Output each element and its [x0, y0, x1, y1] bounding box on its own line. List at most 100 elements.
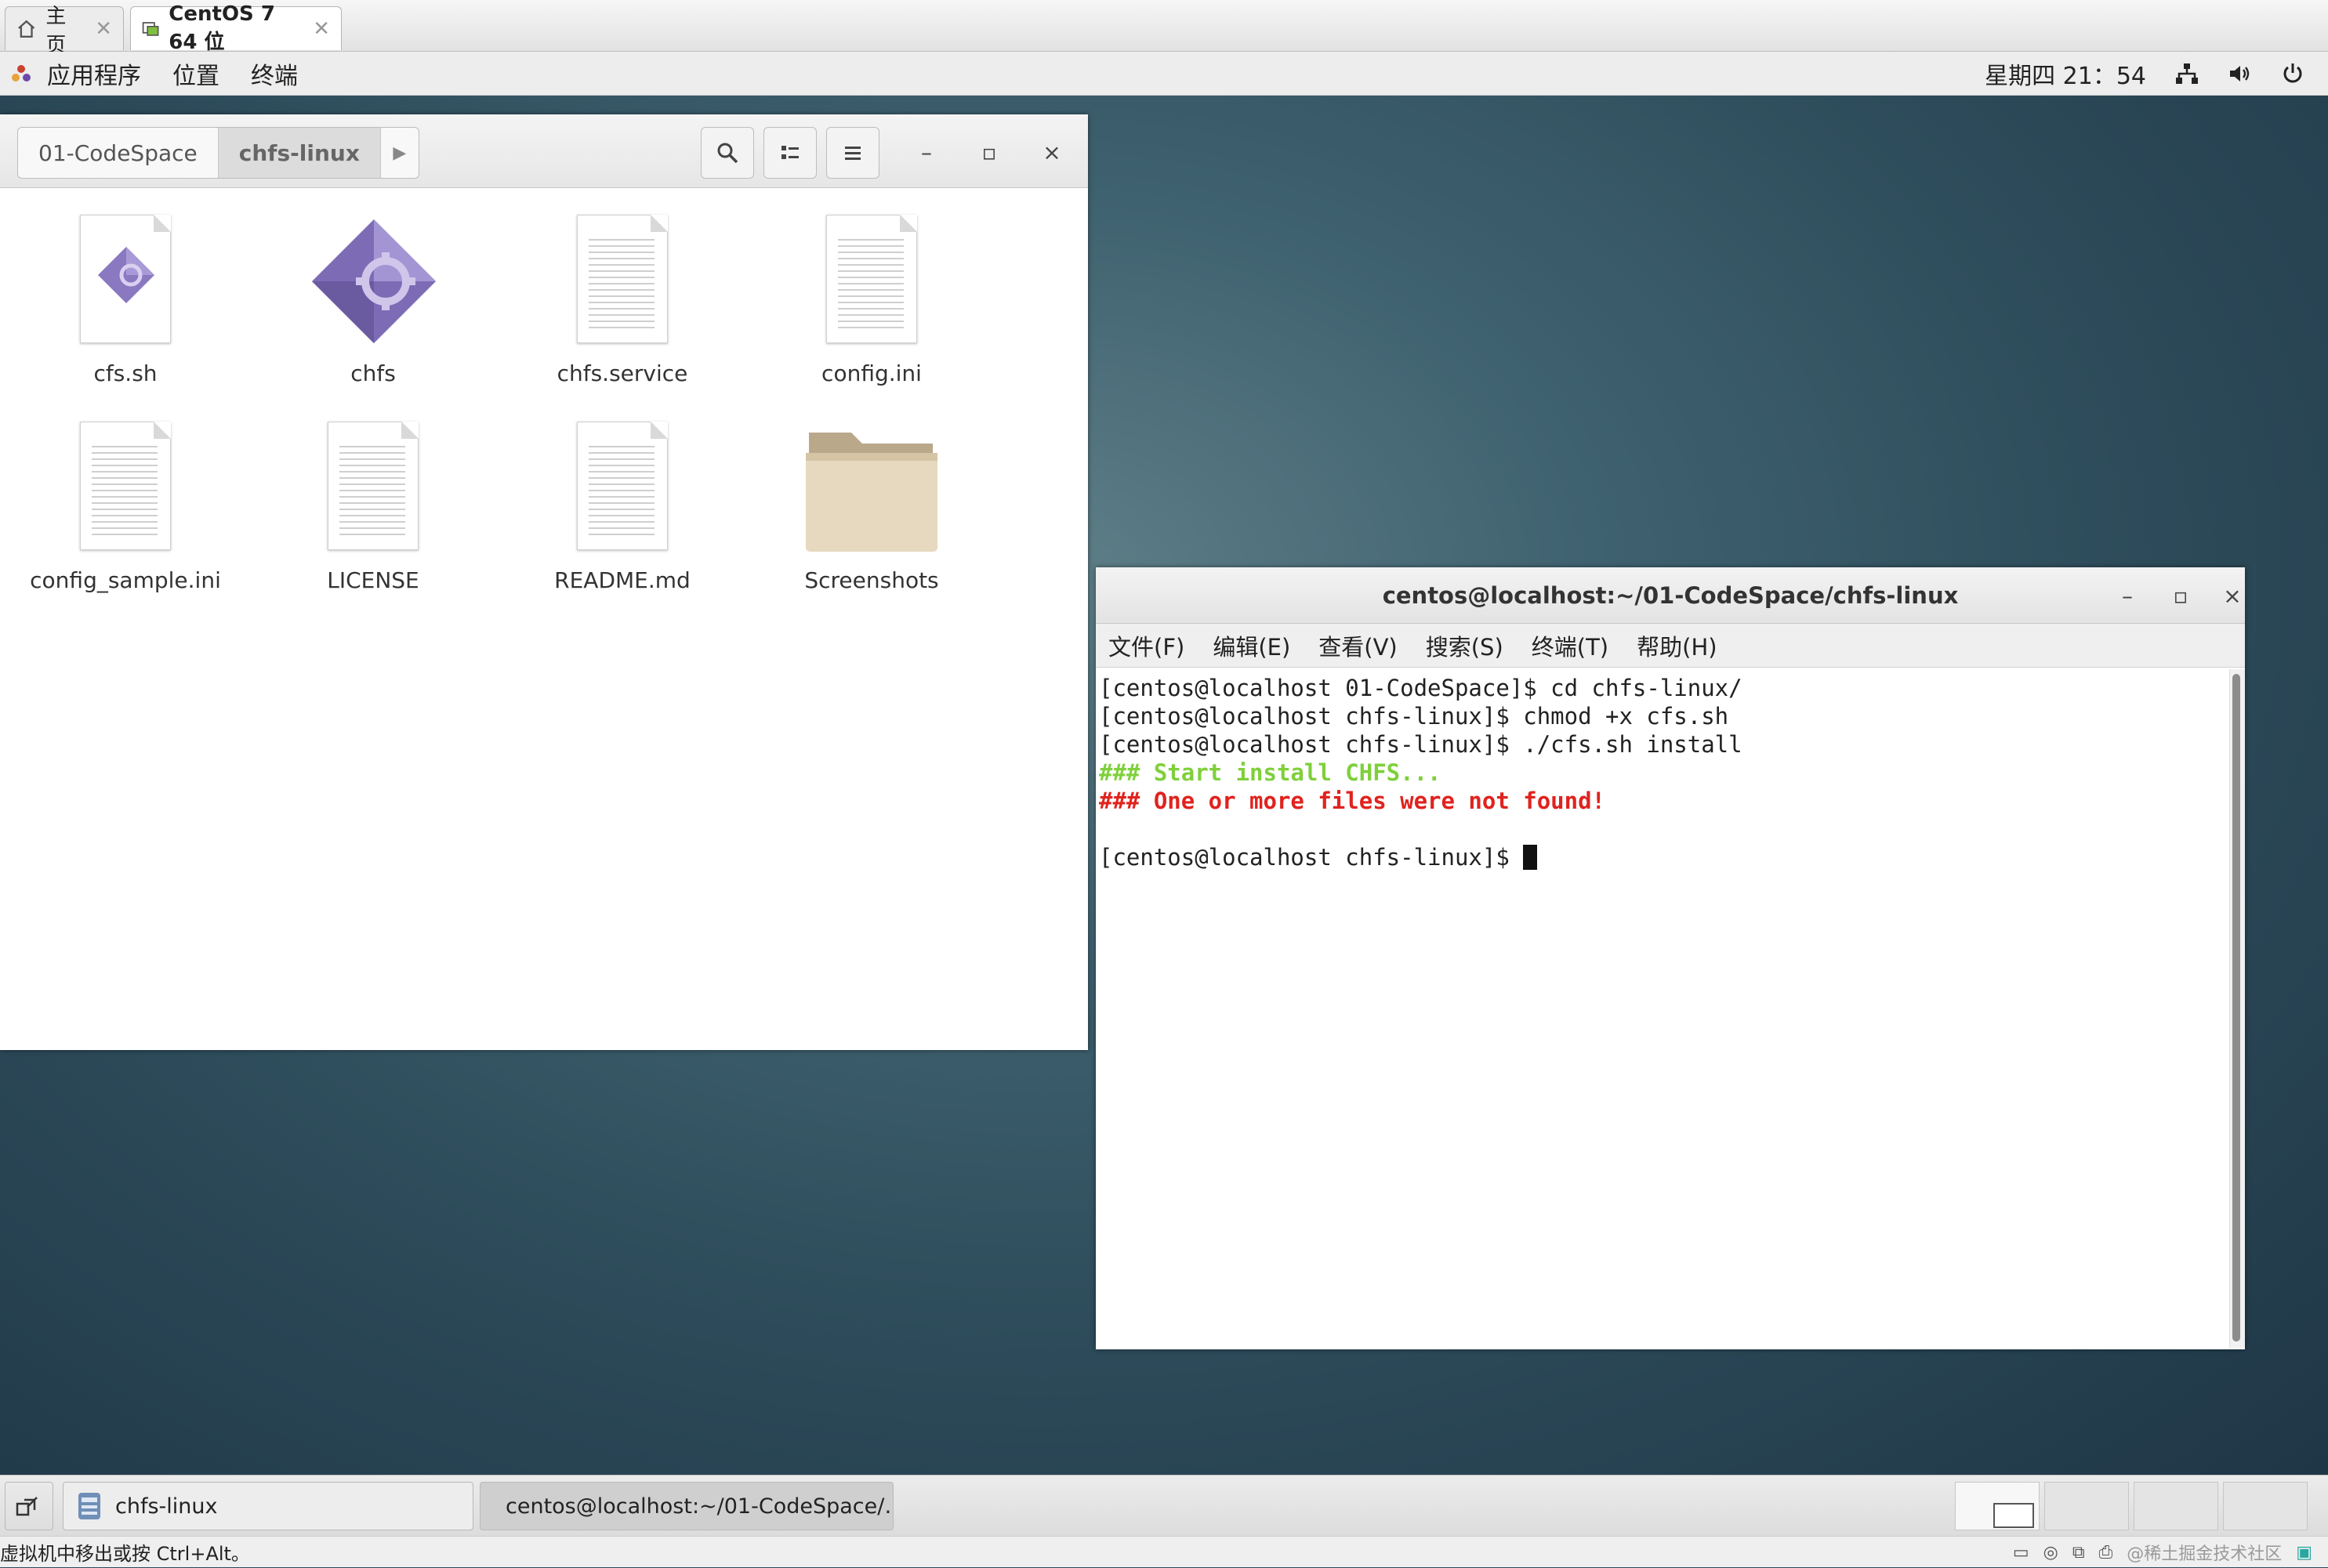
file-manager-header: 01-CodeSpace chfs-linux ▶ – ▫ × [0, 114, 1088, 188]
workspace-4[interactable] [2223, 1482, 2308, 1530]
terminal-line: [centos@localhost 01-CodeSpace]$ cd chfs… [1099, 675, 1742, 701]
text-file-icon [577, 422, 668, 555]
file-item[interactable]: LICENSE [256, 422, 491, 610]
text-file-icon [826, 215, 917, 348]
display-icon[interactable]: ▣ [2296, 1543, 2312, 1563]
taskbar-item-terminal[interactable]: centos@localhost:~/01-CodeSpace/… [480, 1482, 894, 1530]
show-desktop-icon [16, 1497, 38, 1516]
menu-button[interactable] [826, 127, 879, 179]
vm-tab-home[interactable]: 主页 ✕ [5, 5, 124, 57]
search-button[interactable] [701, 127, 754, 179]
window-list-taskbar: chfs-linux centos@localhost:~/01-CodeSpa… [0, 1475, 2328, 1536]
status-hint: 虚拟机中移出或按 Ctrl+Alt。 [0, 1543, 250, 1565]
topbar-status-area: 星期四 21：54 [1985, 52, 2304, 96]
breadcrumb-item-chfs-linux[interactable]: chfs-linux [218, 128, 381, 178]
close-icon[interactable]: ✕ [313, 17, 330, 41]
minimize-button[interactable]: – [909, 135, 944, 169]
script-file-icon [80, 215, 171, 348]
status-icons: ▭ ◎ ⧉ ⎙ @稀土掘金技术社区 ▣ [2013, 1537, 2312, 1568]
terminal-prompt: [centos@localhost chfs-linux]$ [1099, 844, 1524, 871]
breadcrumb: 01-CodeSpace chfs-linux ▶ [17, 127, 419, 179]
terminal-output[interactable]: [centos@localhost 01-CodeSpace]$ cd chfs… [1096, 668, 2229, 1349]
close-icon[interactable]: ✕ [95, 17, 112, 41]
menu-file[interactable]: 文件(F) [1108, 629, 1184, 662]
folder-icon [803, 422, 941, 555]
file-item[interactable]: README.md [505, 422, 740, 610]
maximize-button[interactable]: ▫ [972, 135, 1006, 169]
printer-icon[interactable]: ⎙ [2099, 1543, 2113, 1563]
network-adapter-icon[interactable]: ⧉ [2072, 1543, 2085, 1563]
file-item[interactable]: config.ini [754, 215, 989, 403]
menu-places[interactable]: 位置 [172, 56, 219, 91]
terminal-message-red: ### One or more files were not found! [1099, 788, 1606, 814]
home-icon [18, 20, 35, 38]
vm-tab-home-label: 主页 [45, 4, 67, 57]
menu-terminal[interactable]: 终端(T) [1532, 629, 1608, 662]
minimize-button[interactable]: – [2110, 578, 2145, 613]
workspace-1[interactable] [1955, 1482, 2040, 1530]
gnome-top-bar: 应用程序 位置 终端 星期四 21：54 [0, 52, 2328, 96]
vm-tab-bar: 主页 ✕ CentOS 7 64 位 ✕ [0, 0, 2328, 57]
menu-applications[interactable]: 应用程序 [47, 56, 141, 91]
menu-view[interactable]: 查看(V) [1318, 629, 1397, 662]
menu-search[interactable]: 搜索(S) [1426, 629, 1503, 662]
hamburger-icon [845, 147, 861, 160]
file-name: Screenshots [804, 567, 939, 593]
file-item[interactable]: chfs [256, 215, 491, 403]
file-item[interactable]: config_sample.ini [8, 422, 243, 610]
file-item[interactable]: chfs.service [505, 215, 740, 403]
terminal-message-green: ### Start install CHFS... [1099, 759, 1441, 786]
show-desktop-button[interactable] [5, 1482, 53, 1530]
taskbar-item-label: centos@localhost:~/01-CodeSpace/… [506, 1494, 894, 1519]
maximize-button[interactable]: ▫ [2163, 578, 2198, 613]
scrollbar-thumb[interactable] [2232, 674, 2240, 1342]
cd-drive-icon[interactable]: ◎ [2043, 1543, 2058, 1563]
terminal-prompt-line: [centos@localhost chfs-linux]$ [1099, 843, 2226, 871]
power-icon[interactable] [2281, 62, 2304, 85]
text-file-icon [577, 215, 668, 348]
view-toggle-button[interactable] [763, 127, 817, 179]
vm-icon [142, 21, 159, 36]
breadcrumb-item-01-codespace[interactable]: 01-CodeSpace [18, 128, 219, 178]
network-icon[interactable] [2174, 62, 2199, 85]
file-manager-window: 01-CodeSpace chfs-linux ▶ – ▫ × cfs.sh c… [0, 114, 1088, 1050]
file-item[interactable]: cfs.sh [8, 215, 243, 403]
file-name: config.ini [821, 360, 922, 386]
vm-tab-centos[interactable]: CentOS 7 64 位 ✕ [130, 2, 342, 54]
text-cursor [1523, 845, 1538, 870]
files-app-icon [78, 1493, 100, 1519]
taskbar-item-label: chfs-linux [115, 1494, 218, 1519]
applications-icon [12, 64, 31, 81]
taskbar-item-files[interactable]: chfs-linux [63, 1482, 473, 1530]
file-name: LICENSE [327, 567, 419, 593]
workspace-3[interactable] [2134, 1482, 2218, 1530]
vm-tab-centos-label: CentOS 7 64 位 [169, 2, 275, 54]
executable-file-icon [307, 215, 441, 348]
workspace-2[interactable] [2044, 1482, 2129, 1530]
menu-terminal[interactable]: 终端 [251, 56, 298, 91]
watermark: @稀土掘金技术社区 [2127, 1544, 2283, 1564]
file-name: chfs [350, 360, 396, 386]
file-name: cfs.sh [93, 360, 158, 386]
terminal-title: centos@localhost:~/01-CodeSpace/chfs-lin… [1382, 582, 1959, 609]
list-view-icon [781, 146, 799, 159]
chevron-right-icon[interactable]: ▶ [381, 128, 419, 178]
volume-icon[interactable] [2228, 62, 2253, 85]
menu-help[interactable]: 帮助(H) [1637, 629, 1717, 662]
file-item[interactable]: Screenshots [754, 422, 989, 610]
terminal-title-bar: centos@localhost:~/01-CodeSpace/chfs-lin… [1096, 567, 2245, 624]
file-name: config_sample.ini [30, 567, 221, 593]
terminal-window: centos@localhost:~/01-CodeSpace/chfs-lin… [1096, 567, 2245, 1349]
hard-disk-icon[interactable]: ▭ [2013, 1543, 2029, 1563]
search-icon [717, 143, 738, 164]
text-file-icon [80, 422, 171, 555]
close-button[interactable]: × [1035, 135, 1069, 169]
terminal-line: [centos@localhost chfs-linux]$ ./cfs.sh … [1099, 731, 1742, 758]
vm-status-bar: 虚拟机中移出或按 Ctrl+Alt。 ▭ ◎ ⧉ ⎙ @稀土掘金技术社区 ▣ [0, 1536, 2328, 1567]
close-button[interactable]: × [2215, 578, 2250, 613]
file-name: README.md [554, 567, 691, 593]
menu-edit[interactable]: 编辑(E) [1213, 629, 1290, 662]
clock[interactable]: 星期四 21：54 [1985, 56, 2146, 91]
text-file-icon [328, 422, 419, 555]
